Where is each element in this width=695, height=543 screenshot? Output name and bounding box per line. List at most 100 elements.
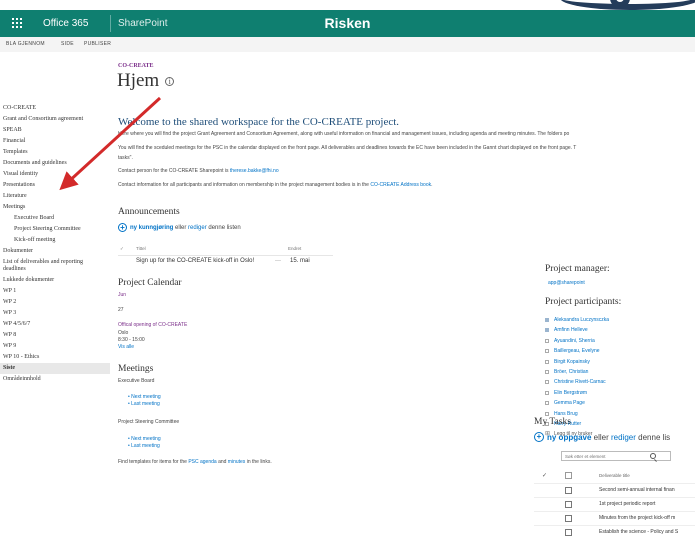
column-deliverable-title[interactable]: Deliverable title (599, 473, 630, 478)
column-title[interactable]: Tittel (136, 246, 146, 251)
task-checkbox[interactable] (565, 487, 572, 494)
nav-item-documents-guidelines[interactable]: Documents and guidelines (0, 158, 110, 169)
edit-tasks-link[interactable]: rediger (611, 433, 636, 442)
participant-name[interactable]: Aleksandra Luczynsczka (554, 317, 609, 323)
add-circle-icon[interactable]: + (534, 432, 544, 442)
ribbon-tab-browse[interactable]: BLA GJENNOM (6, 41, 45, 47)
nav-item-wp3[interactable]: WP 3 (0, 308, 110, 319)
nav-item-wp4567[interactable]: WP 4/5/6/7 (0, 319, 110, 330)
participant[interactable]: Ayuandini, Sherria (545, 337, 609, 347)
minutes-link[interactable]: minutes (228, 459, 246, 465)
participant-name[interactable]: Elin Bergstrøm (554, 390, 587, 396)
add-circle-icon[interactable]: + (118, 223, 127, 232)
table-row[interactable]: 1st project periodic report (534, 497, 695, 511)
announcements-table: ✓ Tittel Endret Sign up for the CO-CREAT… (118, 243, 333, 270)
new-task-link[interactable]: ny oppgave (547, 433, 591, 442)
nav-item-wp2[interactable]: WP 2 (0, 297, 110, 308)
presence-indicator-icon (545, 369, 549, 374)
participant-name[interactable]: Christine Rivett-Carnac (554, 379, 606, 385)
participant-name[interactable]: Gemma Page (554, 400, 585, 406)
task-title[interactable]: 1st project periodic report (599, 501, 655, 507)
eb-last-meeting-link[interactable]: Last meeting (131, 401, 160, 407)
nav-item-grant-agreement[interactable]: Grant and Consortium agreement (0, 114, 110, 125)
task-title[interactable]: Minutes from the project kick-off m (599, 515, 675, 521)
task-title[interactable]: Second semi-annual internal finan (599, 487, 675, 493)
site-banner-title: Risken (324, 15, 371, 31)
contact-email-link[interactable]: therese.bakke@fhi.no (230, 168, 279, 174)
participant[interactable]: Amfinn Helleve (545, 326, 609, 336)
participant-name[interactable]: Bröer, Christian (554, 369, 588, 375)
table-row[interactable]: Second semi-annual internal finan (534, 483, 695, 497)
announcement-title[interactable]: Sign up for the CO-CREATE kick-off in Os… (136, 258, 254, 264)
templates-footer: Find templates for items for the PSC age… (118, 459, 272, 465)
header-checkbox[interactable] (565, 472, 572, 479)
participant[interactable]: Elin Bergstrøm (545, 389, 609, 399)
nav-item-speab[interactable]: SPEAB (0, 125, 110, 136)
nav-item-kickoff-meeting[interactable]: Kick-off meeting (0, 235, 110, 246)
calendar-see-all-link[interactable]: Vis alle (118, 344, 134, 350)
nav-item-steering-committee[interactable]: Project Steering Committee (0, 224, 110, 235)
participant-name[interactable]: Hans Brug (554, 411, 578, 417)
nav-item-deliverables[interactable]: List of deliverables and reporting deadl… (0, 257, 110, 275)
nav-item-wp8[interactable]: WP 8 (0, 330, 110, 341)
nav-item-lukkede-dokumenter[interactable]: Lukkede dokumenter (0, 275, 110, 286)
nav-item-templates[interactable]: Templates (0, 147, 110, 158)
participant-name[interactable]: Baillergeau, Evelyne (554, 348, 600, 354)
calendar-event-link[interactable]: Offical opening of CO-CREATE (118, 322, 187, 328)
nav-item-wp9[interactable]: WP 9 (0, 341, 110, 352)
welcome-paragraph-1: Here where you will find the project Gra… (118, 131, 570, 137)
search-input[interactable] (565, 453, 655, 460)
participant[interactable]: Birgit Kopainsky (545, 358, 609, 368)
participant[interactable]: Christine Rivett-Carnac (545, 378, 609, 388)
nav-item-presentations[interactable]: Presentations (0, 180, 110, 191)
select-all-check-icon[interactable]: ✓ (542, 472, 547, 479)
nav-item-siste[interactable]: Siste (0, 363, 110, 374)
nav-item-meetings[interactable]: Meetings (0, 202, 110, 213)
meetings-heading: Meetings (118, 364, 154, 374)
search-icon[interactable] (650, 453, 656, 459)
task-checkbox[interactable] (565, 529, 572, 536)
list-item: • Next meeting (128, 436, 161, 442)
participant[interactable]: Baillergeau, Evelyne (545, 347, 609, 357)
task-title[interactable]: Establish the science - Policy and S (599, 529, 678, 535)
my-tasks-heading: My Tasks (534, 417, 571, 427)
psc-last-meeting-link[interactable]: Last meeting (131, 443, 160, 449)
address-book-link[interactable]: CO-CREATE Address book (370, 182, 431, 188)
participant[interactable]: Gemma Page (545, 399, 609, 409)
select-all-check-icon[interactable]: ✓ (120, 246, 124, 252)
participant-name[interactable]: Amfinn Helleve (554, 327, 588, 333)
table-row[interactable]: Establish the science - Policy and S (534, 525, 695, 539)
project-manager-email[interactable]: app@sharepoint (548, 280, 585, 286)
page-title: Hjem i (117, 70, 175, 92)
nav-item-dokumenter[interactable]: Dokumenter (0, 246, 110, 257)
ribbon-tab-page[interactable]: SIDE (61, 41, 74, 47)
eb-next-meeting-link[interactable]: Next meeting (131, 394, 160, 400)
participant[interactable]: Aleksandra Luczynsczka (545, 316, 609, 326)
nav-item-omradeinnhold[interactable]: Områdeinnhold (0, 374, 110, 385)
table-row[interactable]: Minutes from the project kick-off m (534, 511, 695, 525)
psc-agenda-link[interactable]: PSC agenda (188, 459, 216, 465)
task-checkbox[interactable] (565, 501, 572, 508)
participant-name[interactable]: Ayuandini, Sherria (554, 338, 595, 344)
participant-name[interactable]: Birgit Kopainsky (554, 359, 590, 365)
nav-item-financial[interactable]: Financial (0, 136, 110, 147)
table-row[interactable]: Sign up for the CO-CREATE kick-off in Os… (118, 255, 333, 270)
nav-item-literature[interactable]: Literature (0, 191, 110, 202)
new-announcement-link[interactable]: ny kunngjøring (130, 225, 173, 231)
info-icon[interactable]: i (165, 77, 175, 87)
nav-item-executive-board[interactable]: Executive Board (0, 213, 110, 224)
item-menu-ellipsis[interactable]: ··· (275, 258, 281, 264)
footer-prefix: Find templates for items for the (118, 459, 187, 465)
edit-announcements-link[interactable]: rediger (188, 225, 207, 231)
site-breadcrumb[interactable]: CO-CREATE (118, 63, 154, 69)
column-changed[interactable]: Endret (288, 246, 301, 251)
psc-next-meeting-link[interactable]: Next meeting (131, 436, 160, 442)
nav-item-wp10-ethics[interactable]: WP 10 - Ethics (0, 352, 110, 363)
nav-item-co-create[interactable]: CO-CREATE (0, 103, 110, 114)
nav-item-visual-identity[interactable]: Visual identity (0, 169, 110, 180)
ribbon-tab-publish[interactable]: PUBLISER (84, 41, 111, 47)
nav-item-wp1[interactable]: WP 1 (0, 286, 110, 297)
participant[interactable]: Bröer, Christian (545, 368, 609, 378)
task-checkbox[interactable] (565, 515, 572, 522)
address-line: Contact information for all participants… (118, 182, 433, 188)
